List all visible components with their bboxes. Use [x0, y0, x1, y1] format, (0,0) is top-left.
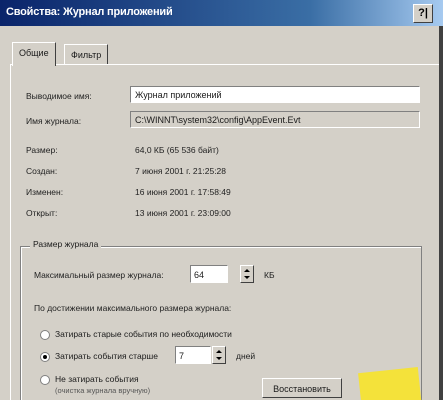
accessed-label: Открыт: — [26, 208, 58, 218]
on-max-size-text: По достижении максимального размера журн… — [34, 303, 232, 313]
window-shadow-edge — [439, 26, 443, 400]
help-button[interactable]: ?| — [413, 4, 433, 23]
days-input[interactable]: 7 — [175, 346, 211, 364]
size-label: Размер: — [26, 145, 58, 155]
title-bar[interactable]: Свойства: Журнал приложений ?| — [0, 0, 443, 26]
days-unit: дней — [236, 351, 256, 361]
accessed-value: 13 июня 2001 г. 23:09:00 — [135, 208, 231, 218]
radio-overwrite-as-needed[interactable] — [40, 330, 50, 340]
radio-do-not-overwrite[interactable] — [40, 375, 50, 385]
max-size-input[interactable]: 64 — [190, 265, 228, 283]
size-value: 64,0 КБ (65 536 байт) — [135, 145, 219, 155]
yellow-sticker — [358, 366, 422, 400]
log-size-group-title: Размер журнала — [30, 239, 102, 249]
spin-down-icon — [244, 276, 250, 279]
modified-value: 16 июня 2001 г. 17:58:49 — [135, 187, 231, 197]
display-name-label: Выводимое имя: — [26, 91, 92, 101]
display-name-input[interactable]: Журнал приложений — [130, 86, 420, 103]
radio-overwrite-older[interactable] — [40, 352, 50, 362]
properties-dialog: Свойства: Журнал приложений ?| Общие Фил… — [0, 0, 443, 400]
created-label: Создан: — [26, 166, 58, 176]
max-size-spinner[interactable] — [240, 265, 254, 283]
radio-do-not-overwrite-label: Не затирать события — [55, 374, 139, 384]
window-title: Свойства: Журнал приложений — [6, 6, 173, 18]
modified-label: Изменен: — [26, 187, 64, 197]
manual-clear-note: (очистка журнала вручную) — [55, 386, 151, 395]
created-value: 7 июня 2001 г. 21:25:28 — [135, 166, 227, 176]
spin-up-icon — [216, 350, 222, 353]
days-spinner[interactable] — [212, 346, 226, 364]
tab-filter[interactable]: Фильтр — [64, 44, 109, 65]
max-size-label: Максимальный размер журнала: — [34, 270, 164, 280]
spin-down-icon — [216, 357, 222, 360]
log-name-label: Имя журнала: — [26, 116, 82, 126]
restore-defaults-button[interactable]: Восстановить — [262, 378, 342, 398]
max-size-unit: КБ — [264, 270, 275, 280]
radio-overwrite-older-label: Затирать события старше — [55, 351, 158, 361]
tab-general[interactable]: Общие — [12, 42, 56, 66]
spin-up-icon — [244, 269, 250, 272]
radio-overwrite-as-needed-label: Затирать старые события по необходимости — [55, 329, 232, 339]
log-name-field: C:\WINNT\system32\config\AppEvent.Evt — [130, 111, 420, 128]
